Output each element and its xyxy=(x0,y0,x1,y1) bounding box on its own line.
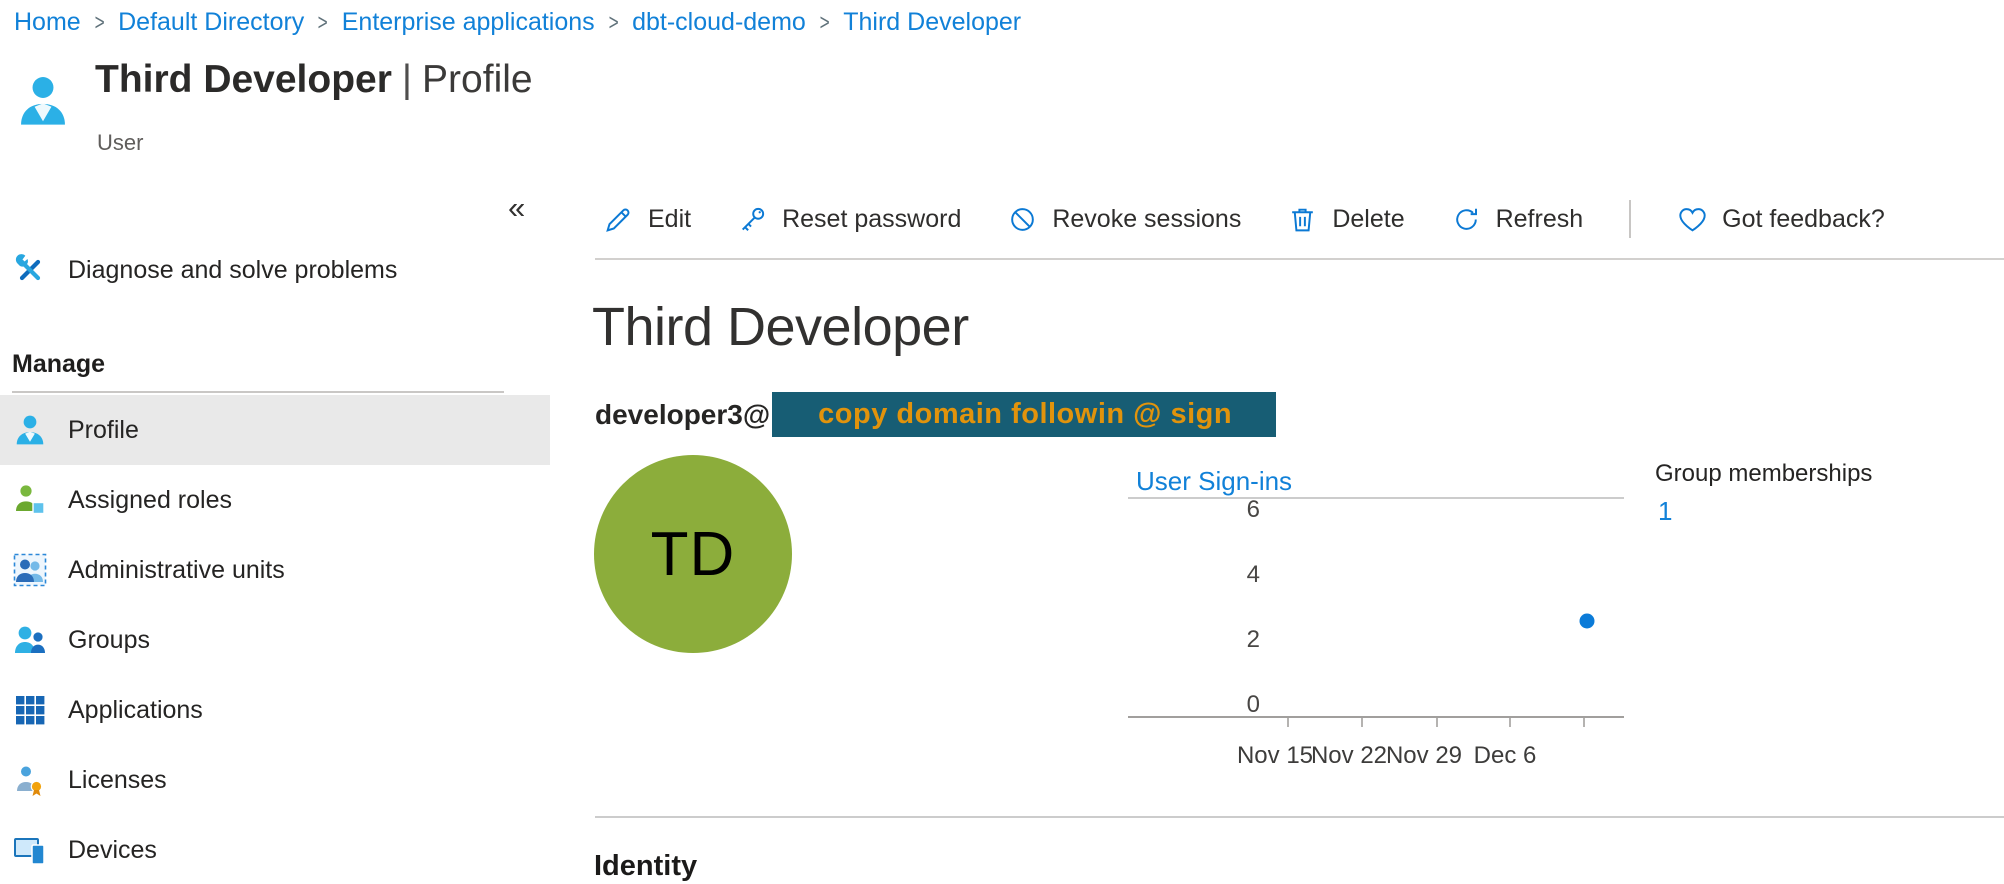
x-axis-tick xyxy=(1509,718,1511,727)
grid-icon xyxy=(13,693,47,727)
block-icon xyxy=(1007,204,1038,235)
page-title-separator: | xyxy=(392,58,422,101)
x-axis-tick xyxy=(1436,718,1438,727)
x-axis-tick xyxy=(1361,718,1363,727)
user-sign-ins-link[interactable]: User Sign-ins xyxy=(1136,466,1292,497)
toolbar-bottom-border xyxy=(595,258,2004,260)
delete-label: Delete xyxy=(1332,205,1404,234)
user-icon xyxy=(16,66,70,136)
user-display-name: Third Developer xyxy=(592,296,969,358)
heart-icon xyxy=(1677,204,1708,235)
sidebar-item-label: Administrative units xyxy=(68,556,285,585)
object-type-label: User xyxy=(97,130,143,156)
key-icon xyxy=(737,204,768,235)
trash-icon xyxy=(1287,204,1318,235)
got-feedback-label: Got feedback? xyxy=(1722,205,1885,234)
chevron-right-icon: > xyxy=(819,9,829,36)
user-profile-page: Home > Default Directory > Enterprise ap… xyxy=(0,0,2004,884)
sidebar-collapse-button[interactable]: « xyxy=(508,190,525,226)
license-icon xyxy=(13,763,47,797)
sidebar-item-label: Groups xyxy=(68,626,150,655)
user-principal-name: developer3@ copy domain followin @ sign xyxy=(595,392,1276,437)
sidebar-item-licenses[interactable]: Licenses xyxy=(0,745,550,815)
delete-button[interactable]: Delete xyxy=(1287,204,1404,235)
x-axis-tick xyxy=(1583,718,1585,727)
sidebar-item-groups[interactable]: Groups xyxy=(0,605,550,675)
sidebar-item-profile[interactable]: Profile xyxy=(0,395,550,465)
refresh-label: Refresh xyxy=(1496,205,1584,234)
sidebar-item-assigned-roles[interactable]: Assigned roles xyxy=(0,465,550,535)
y-axis-tick-label: 6 xyxy=(1180,495,1260,525)
reset-password-label: Reset password xyxy=(782,205,961,234)
admin-units-icon xyxy=(13,553,47,587)
sidebar-item-label: Licenses xyxy=(68,766,167,795)
chevron-right-icon: > xyxy=(318,9,328,36)
group-memberships-count-link[interactable]: 1 xyxy=(1658,496,1672,527)
x-axis-tick-label: Nov 15 xyxy=(1237,742,1313,770)
chevron-right-icon: > xyxy=(608,9,618,36)
tools-icon xyxy=(13,253,47,287)
refresh-icon xyxy=(1451,204,1482,235)
revoke-sessions-label: Revoke sessions xyxy=(1052,205,1241,234)
refresh-button[interactable]: Refresh xyxy=(1451,204,1584,235)
x-axis-line xyxy=(1128,716,1624,718)
breadcrumb-dbt-cloud-demo[interactable]: dbt-cloud-demo xyxy=(632,8,806,37)
domain-redaction-overlay: copy domain followin @ sign xyxy=(772,392,1276,437)
avatar: TD xyxy=(594,455,792,653)
pencil-icon xyxy=(603,204,634,235)
sidebar-item-label: Diagnose and solve problems xyxy=(68,256,397,285)
breadcrumb-home[interactable]: Home xyxy=(14,8,81,37)
toolbar-divider xyxy=(1629,200,1631,238)
breadcrumb-third-developer[interactable]: Third Developer xyxy=(843,8,1021,37)
page-title-name: Third Developer xyxy=(95,58,392,101)
y-axis-tick-label: 4 xyxy=(1180,560,1260,590)
sidebar-item-diagnose[interactable]: Diagnose and solve problems xyxy=(0,246,550,294)
sidebar-divider xyxy=(12,391,504,393)
upn-prefix: developer3@ xyxy=(595,399,770,431)
sidebar-item-label: Devices xyxy=(68,836,157,865)
page-title: Third Developer|Profile xyxy=(95,58,533,102)
page-title-view: Profile xyxy=(422,58,533,101)
sidebar-item-label: Applications xyxy=(68,696,203,725)
edit-label: Edit xyxy=(648,205,691,234)
identity-section-heading: Identity xyxy=(594,850,697,883)
x-axis-tick-label: Nov 22 xyxy=(1311,742,1387,770)
breadcrumb-default-directory[interactable]: Default Directory xyxy=(118,8,304,37)
redaction-note: copy domain followin @ sign xyxy=(818,398,1232,431)
x-axis-tick-label: Dec 6 xyxy=(1474,742,1537,770)
sidebar-item-administrative-units[interactable]: Administrative units xyxy=(0,535,550,605)
group-memberships-label: Group memberships xyxy=(1655,460,1872,488)
devices-icon xyxy=(13,833,47,867)
command-bar: Edit Reset password Revoke sessions Dele… xyxy=(603,196,1885,242)
section-divider xyxy=(595,816,2004,818)
signin-data-point xyxy=(1579,613,1594,628)
x-axis-tick xyxy=(1287,718,1289,727)
avatar-initials: TD xyxy=(651,519,736,590)
edit-button[interactable]: Edit xyxy=(603,204,691,235)
sidebar-item-label: Assigned roles xyxy=(68,486,232,515)
sidebar-section-manage: Manage xyxy=(12,350,105,379)
chevron-right-icon: > xyxy=(94,9,104,36)
got-feedback-button[interactable]: Got feedback? xyxy=(1677,204,1885,235)
sidebar-item-applications[interactable]: Applications xyxy=(0,675,550,745)
breadcrumb: Home > Default Directory > Enterprise ap… xyxy=(14,8,1021,37)
x-axis-tick-label: Nov 29 xyxy=(1386,742,1462,770)
y-axis-tick-label: 2 xyxy=(1180,625,1260,655)
person-icon xyxy=(13,413,47,447)
breadcrumb-enterprise-applications[interactable]: Enterprise applications xyxy=(342,8,595,37)
sidebar-item-label: Profile xyxy=(68,416,139,445)
person-role-icon xyxy=(13,483,47,517)
reset-password-button[interactable]: Reset password xyxy=(737,204,961,235)
revoke-sessions-button[interactable]: Revoke sessions xyxy=(1007,204,1241,235)
people-icon xyxy=(13,623,47,657)
sidebar-item-devices[interactable]: Devices xyxy=(0,815,550,884)
